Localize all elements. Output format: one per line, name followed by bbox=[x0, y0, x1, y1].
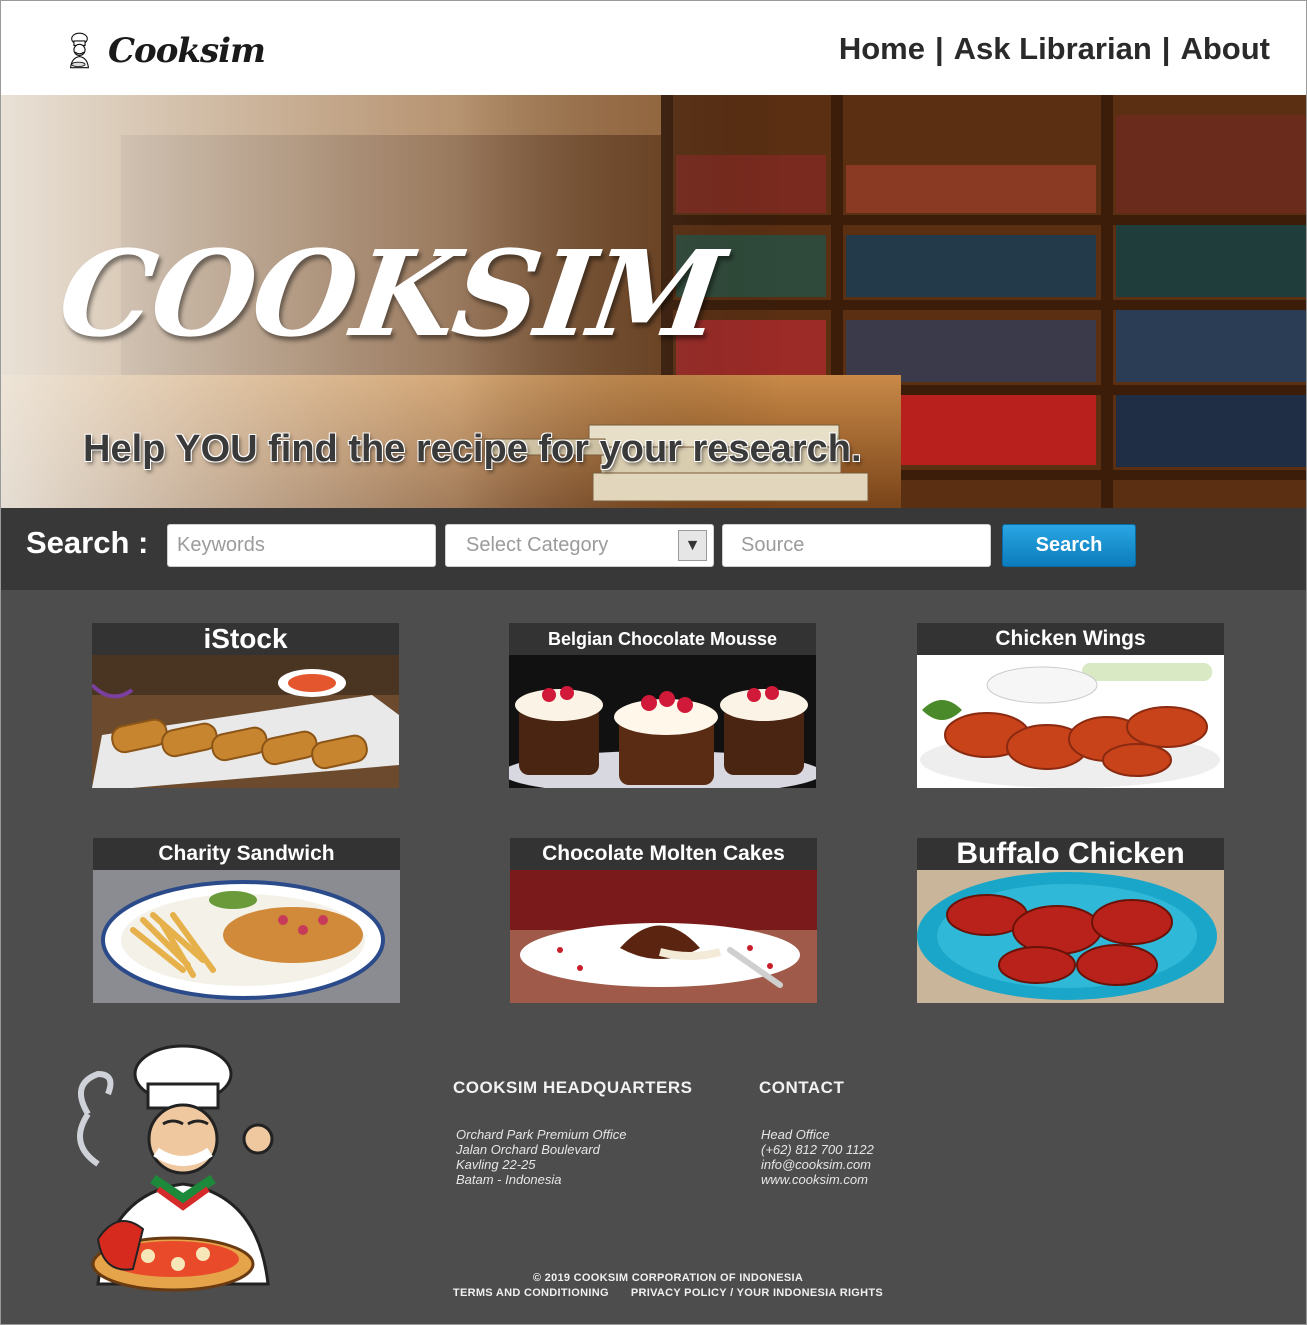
category-placeholder: Select Category bbox=[466, 534, 609, 556]
hq-heading: COOKSIM HEADQUARTERS bbox=[453, 1078, 693, 1097]
search-label: Search : bbox=[26, 525, 149, 560]
chocolate-mousse-image bbox=[509, 655, 816, 788]
source-input[interactable]: Source bbox=[722, 524, 991, 567]
spring-rolls-image bbox=[92, 655, 399, 788]
logo-text: Cooksim bbox=[107, 31, 266, 71]
copyright-text: © 2019 COOKSIM CORPORATION OF INDONESIA bbox=[532, 1272, 804, 1284]
recipe-card[interactable]: iStock bbox=[92, 623, 399, 788]
hq-line: Orchard Park Premium Office bbox=[456, 1127, 627, 1142]
recipe-card-title: Charity Sandwich bbox=[93, 838, 400, 870]
hero-banner: COOKSIM Help YOU find the recipe for you… bbox=[1, 95, 1306, 508]
recipe-card-title: Chicken Wings bbox=[917, 623, 1224, 655]
logo[interactable]: Cooksim bbox=[65, 15, 266, 87]
nav-home[interactable]: Home bbox=[839, 31, 925, 67]
hq-line: Jalan Orchard Boulevard bbox=[456, 1142, 600, 1157]
source-placeholder: Source bbox=[741, 534, 805, 556]
keywords-placeholder: Keywords bbox=[177, 534, 265, 556]
main-nav: Home | Ask Librarian | About bbox=[839, 31, 1270, 67]
recipe-image[interactable] bbox=[917, 655, 1224, 788]
recipe-image[interactable] bbox=[92, 655, 399, 788]
hq-line: Batam - Indonesia bbox=[456, 1172, 562, 1187]
nav-separator: | bbox=[1161, 31, 1171, 66]
hero-title: COOKSIM bbox=[51, 224, 730, 363]
recipe-image[interactable] bbox=[510, 870, 817, 1003]
contact-details: Head Office (+62) 812 700 1122 info@cook… bbox=[761, 1127, 874, 1187]
recipe-image[interactable] bbox=[93, 870, 400, 1003]
privacy-link[interactable]: PRIVACY POLICY / YOUR INDONESIA RIGHTS bbox=[631, 1286, 883, 1301]
chicken-wings-image bbox=[917, 655, 1224, 788]
contact-email[interactable]: info@cooksim.com bbox=[761, 1157, 874, 1172]
hero-tagline: Help YOU find the recipe for your resear… bbox=[83, 428, 862, 470]
sandwich-plate-image bbox=[93, 870, 400, 1003]
triangle-down-icon[interactable]: ▼ bbox=[678, 530, 707, 561]
recipe-card-title: Chocolate Molten Cakes bbox=[510, 838, 817, 870]
recipe-card[interactable]: Buffalo Chicken bbox=[917, 838, 1224, 1003]
site-header: Cooksim Home | Ask Librarian | About bbox=[1, 1, 1306, 95]
contact-phone[interactable]: (+62) 812 700 1122 bbox=[761, 1142, 874, 1157]
recipe-card[interactable]: Chicken Wings bbox=[917, 623, 1224, 788]
nav-separator: | bbox=[934, 31, 944, 66]
molten-cake-image bbox=[510, 870, 817, 1003]
category-select[interactable]: Select Category ▼ bbox=[445, 524, 714, 567]
keywords-input[interactable]: Keywords bbox=[167, 524, 436, 567]
chef-mascot-image bbox=[77, 1044, 274, 1292]
search-bar: Search : Keywords Select Category ▼ Sour… bbox=[1, 508, 1306, 590]
buffalo-chicken-image bbox=[917, 870, 1224, 1003]
nav-about[interactable]: About bbox=[1180, 31, 1270, 67]
nav-ask-librarian[interactable]: Ask Librarian bbox=[954, 31, 1152, 67]
recipe-image[interactable] bbox=[917, 870, 1224, 1003]
contact-line: Head Office bbox=[761, 1127, 830, 1142]
recipe-card-title: Belgian Chocolate Mousse bbox=[509, 623, 816, 655]
copyright-block: © 2019 COOKSIM CORPORATION OF INDONESIA … bbox=[443, 1271, 893, 1301]
contact-heading: CONTACT bbox=[759, 1078, 845, 1097]
hq-address: Orchard Park Premium Office Jalan Orchar… bbox=[456, 1127, 627, 1187]
terms-link[interactable]: TERMS AND CONDITIONING bbox=[453, 1286, 609, 1301]
recipe-card-title: iStock bbox=[92, 623, 399, 655]
recipe-card-title: Buffalo Chicken bbox=[917, 838, 1224, 870]
contact-website[interactable]: www.cooksim.com bbox=[761, 1172, 874, 1187]
recipe-card[interactable]: Charity Sandwich bbox=[93, 838, 400, 1003]
recipe-image[interactable] bbox=[509, 655, 816, 788]
recipe-card[interactable]: Belgian Chocolate Mousse bbox=[509, 623, 816, 788]
recipe-card[interactable]: Chocolate Molten Cakes bbox=[510, 838, 817, 1003]
hq-line: Kavling 22-25 bbox=[456, 1157, 536, 1172]
chef-logo-icon bbox=[69, 32, 90, 69]
search-button[interactable]: Search bbox=[1002, 524, 1136, 567]
